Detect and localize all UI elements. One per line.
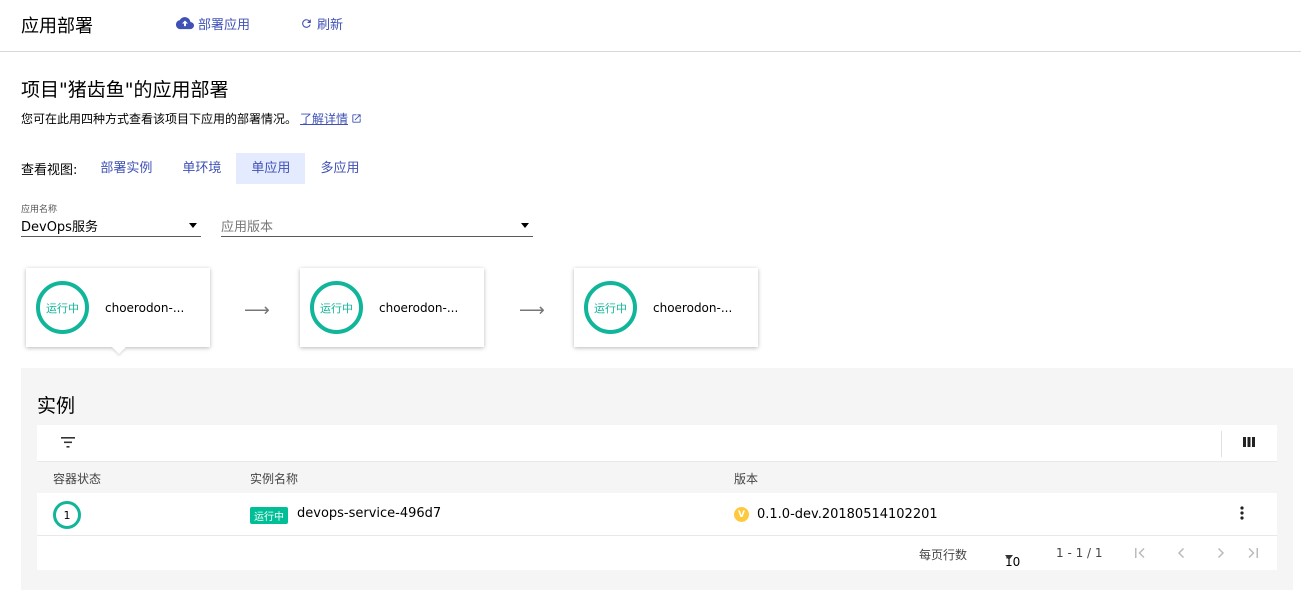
- table-toolbar: [37, 425, 1277, 462]
- arrow-right-icon: ⟶: [244, 300, 270, 321]
- tab-single-env[interactable]: 单环境: [167, 153, 236, 184]
- table-row[interactable]: 1 运行中 devops-service-496d7 V 0.1.0-dev.2…: [37, 493, 1277, 536]
- chevron-down-icon: [521, 223, 529, 228]
- last-page-icon[interactable]: [1247, 548, 1258, 558]
- view-label: 查看视图:: [21, 163, 78, 178]
- arrow-right-icon: ⟶: [519, 300, 545, 321]
- toolbar-divider: [1221, 431, 1222, 457]
- env-card[interactable]: 运行中 choerodon-...: [300, 268, 484, 347]
- status-badge: 运行中: [250, 507, 288, 524]
- instances-panel: 实例 容器状态 实例名称 版本 1 运行中 devops-service-496…: [21, 368, 1293, 590]
- app-version-select[interactable]: 应用版本: [221, 215, 533, 237]
- page-range: 1 - 1 / 1: [1056, 546, 1103, 560]
- app-header: 应用部署 部署应用 刷新: [0, 0, 1301, 52]
- env-card-name: choerodon-...: [105, 301, 185, 315]
- env-card[interactable]: 运行中 choerodon-...: [26, 268, 210, 354]
- rows-per-page-label: 每页行数: [919, 548, 968, 562]
- env-card-name: choerodon-...: [379, 301, 459, 315]
- selected-pointer: [112, 347, 126, 354]
- cloud-upload-icon: [176, 17, 194, 30]
- refresh-label: 刷新: [317, 18, 344, 33]
- page-title: 项目"猪齿鱼"的应用部署: [21, 79, 229, 101]
- filter-icon[interactable]: [61, 437, 75, 448]
- page-description: 您可在此用四种方式查看该项目下应用的部署情况。 了解详情: [21, 110, 362, 127]
- prev-page-icon[interactable]: [1177, 548, 1185, 558]
- app-name-select[interactable]: DevOps服务: [21, 215, 201, 237]
- instances-title: 实例: [37, 395, 76, 417]
- first-page-icon[interactable]: [1135, 548, 1146, 558]
- running-status-ring: 运行中: [584, 281, 637, 334]
- external-link-icon: [352, 114, 361, 123]
- header-title: 应用部署: [21, 16, 93, 37]
- pod-count-ring: 1: [53, 501, 81, 529]
- app-name-value: DevOps服务: [21, 220, 98, 235]
- column-settings-icon[interactable]: [1243, 437, 1255, 447]
- description-text: 您可在此用四种方式查看该项目下应用的部署情况。: [21, 112, 298, 126]
- chevron-down-icon: [1005, 555, 1013, 560]
- chevron-down-icon: [189, 223, 197, 228]
- instances-table: 容器状态 实例名称 版本 1 运行中 devops-service-496d7 …: [37, 425, 1277, 570]
- table-header: 容器状态 实例名称 版本: [37, 462, 1277, 493]
- deploy-app-button[interactable]: 部署应用: [176, 14, 250, 33]
- running-status-ring: 运行中: [310, 281, 363, 334]
- col-instance-name[interactable]: 实例名称: [250, 470, 298, 487]
- more-vert-icon[interactable]: [1237, 505, 1247, 521]
- tab-single-app[interactable]: 单应用: [236, 153, 306, 184]
- instance-name: devops-service-496d7: [297, 506, 442, 521]
- env-card-name: choerodon-...: [653, 301, 733, 315]
- env-card[interactable]: 运行中 choerodon-...: [574, 268, 758, 347]
- col-version[interactable]: 版本: [734, 470, 758, 487]
- app-version-placeholder: 应用版本: [221, 220, 274, 235]
- app-name-label: 应用名称: [21, 205, 58, 215]
- table-pagination: 每页行数 10 1 - 1 / 1: [37, 536, 1277, 570]
- col-container-status[interactable]: 容器状态: [53, 470, 101, 487]
- tab-deploy-instance[interactable]: 部署实例: [85, 153, 167, 184]
- running-status-ring: 运行中: [36, 281, 89, 334]
- learn-more-link[interactable]: 了解详情: [300, 110, 348, 127]
- refresh-icon: [302, 19, 311, 28]
- deploy-app-label: 部署应用: [198, 18, 251, 33]
- tab-multi-app[interactable]: 多应用: [305, 153, 374, 184]
- instance-version: 0.1.0-dev.20180514102201: [757, 507, 938, 522]
- view-switcher: 查看视图: 部署实例 单环境 单应用 多应用: [21, 153, 374, 184]
- version-icon: V: [734, 507, 749, 522]
- refresh-button[interactable]: 刷新: [300, 14, 343, 33]
- next-page-icon[interactable]: [1217, 548, 1225, 558]
